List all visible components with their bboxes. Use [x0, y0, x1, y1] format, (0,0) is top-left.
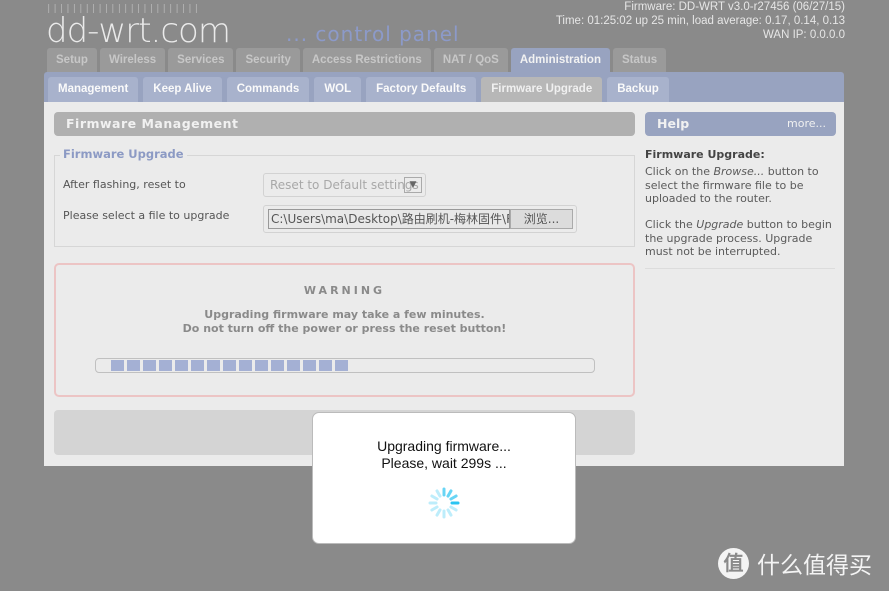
- firmware-upgrade-fieldset: [54, 155, 635, 247]
- upgrade-dialog: Upgrading firmware... Please, wait 299s …: [312, 412, 576, 544]
- progress-segment: [303, 360, 316, 371]
- upgrade-progress-bar: [95, 358, 595, 373]
- watermark: 值什么值得买: [718, 546, 872, 580]
- tab-services[interactable]: Services: [168, 48, 234, 72]
- progress-segment: [191, 360, 204, 371]
- help-header: Help more...: [645, 112, 836, 136]
- browse-button[interactable]: 浏览...: [510, 209, 573, 229]
- watermark-text: 什么值得买: [757, 553, 872, 579]
- section-title: Firmware Management: [54, 112, 635, 136]
- tab-setup[interactable]: Setup: [47, 48, 97, 72]
- warning-title: WARNING: [303, 284, 386, 297]
- file-picker: C:\Users\ma\Desktop\路由刷机-梅林固件\R6 浏览...: [263, 205, 577, 233]
- dialog-line-1: Upgrading firmware...: [377, 438, 511, 454]
- file-label: Please select a file to upgrade: [63, 209, 230, 222]
- fieldset-legend: Firmware Upgrade: [60, 147, 187, 161]
- spinner-spoke: [446, 489, 453, 498]
- subtab-commands[interactable]: Commands: [226, 77, 310, 102]
- logo-tagline: ... control panel: [286, 22, 460, 46]
- progress-segment: [143, 360, 156, 371]
- reset-label: After flashing, reset to: [63, 178, 186, 191]
- help-paragraph-2: Click the Upgrade button to begin the up…: [645, 218, 832, 258]
- subtab-backup[interactable]: Backup: [607, 77, 669, 102]
- progress-segment: [127, 360, 140, 371]
- progress-segment: [335, 360, 348, 371]
- progress-segment: [239, 360, 252, 371]
- help-paragraph-1: Click on the Browse... button to select …: [645, 165, 819, 205]
- tab-security[interactable]: Security: [236, 48, 300, 72]
- spinner-spoke: [430, 505, 439, 512]
- tab-access-restrictions[interactable]: Access Restrictions: [302, 48, 431, 72]
- dialog-line-2: Please, wait 299s ...: [381, 455, 507, 471]
- file-path-input[interactable]: C:\Users\ma\Desktop\路由刷机-梅林固件\R6: [268, 209, 510, 229]
- wan-ip: WAN IP: 0.0.0.0: [762, 29, 845, 41]
- chevron-down-icon: ▼: [404, 177, 422, 193]
- progress-segment: [319, 360, 332, 371]
- subtab-keep-alive[interactable]: Keep Alive: [143, 77, 222, 102]
- subtab-wol[interactable]: WOL: [314, 77, 362, 102]
- progress-segment: [271, 360, 284, 371]
- spinner-spoke: [435, 489, 442, 498]
- tab-status[interactable]: Status: [612, 48, 667, 72]
- spinner-spoke: [446, 508, 453, 517]
- progress-segment: [223, 360, 236, 371]
- progress-segment: [111, 360, 124, 371]
- spinner-spoke: [430, 494, 439, 501]
- reset-select-value: Reset to Default settings: [270, 178, 419, 192]
- spinner-spoke: [435, 508, 442, 517]
- progress-segment: [255, 360, 268, 371]
- progress-segment: [287, 360, 300, 371]
- reset-select[interactable]: Reset to Default settings ▼: [263, 173, 426, 197]
- progress-segment: [175, 360, 188, 371]
- watermark-logo: 值: [718, 547, 749, 579]
- subtab-firmware-upgrade[interactable]: Firmware Upgrade: [481, 77, 603, 102]
- help-heading: Firmware Upgrade:: [645, 148, 765, 161]
- help-more-link[interactable]: more...: [787, 112, 826, 136]
- firmware-version: Firmware: DD-WRT v3.0-r27456 (06/27/15): [624, 1, 845, 13]
- subtab-factory-defaults[interactable]: Factory Defaults: [366, 77, 477, 102]
- warning-line-2: Do not turn off the power or press the r…: [182, 322, 507, 335]
- logo: dd-wrt.com: [46, 11, 231, 51]
- loading-spinner-icon: [428, 487, 460, 519]
- progress-segment: [159, 360, 172, 371]
- tab-wireless[interactable]: Wireless: [99, 48, 166, 72]
- help-title: Help: [657, 116, 690, 131]
- uptime: Time: 01:25:02 up 25 min, load average: …: [555, 15, 845, 27]
- sub-tabs: Management Keep Alive Commands WOL Factory D…: [48, 77, 669, 102]
- warning-line-1: Upgrading firmware may take a few minute…: [204, 308, 485, 321]
- divider: [645, 268, 835, 269]
- tab-administration[interactable]: Administration: [510, 48, 610, 72]
- subtab-management[interactable]: Management: [48, 77, 139, 102]
- router-info: Firmware: DD-WRT v3.0-r27456 (06/27/15) …: [556, 0, 845, 42]
- progress-segment: [207, 360, 220, 371]
- main-tabs: Setup Wireless Services Security Access Rest…: [47, 48, 667, 72]
- spinner-spoke: [449, 505, 458, 512]
- spinner-spoke: [449, 494, 458, 501]
- tab-nat-qos[interactable]: NAT / QoS: [433, 48, 508, 72]
